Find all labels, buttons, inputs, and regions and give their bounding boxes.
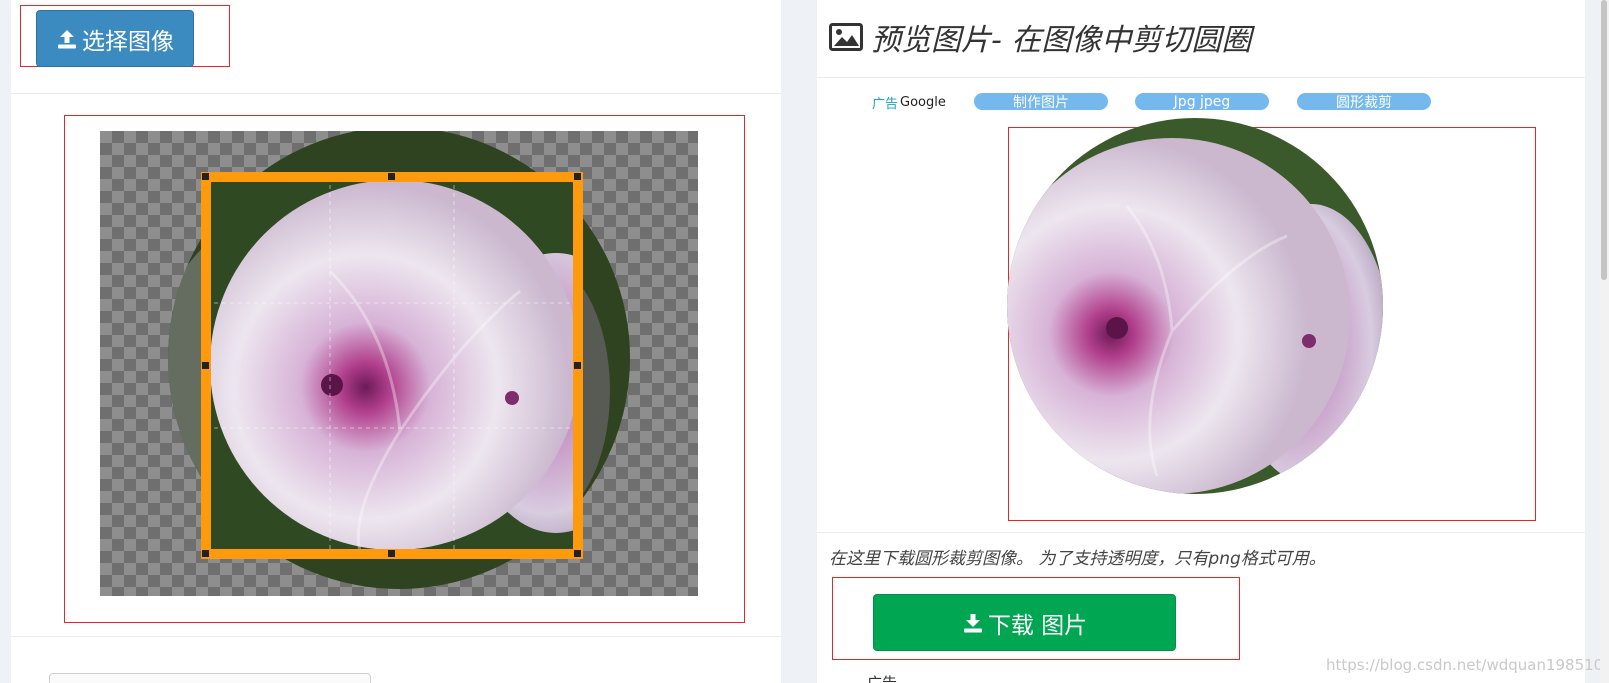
cropped-circle-image <box>1007 118 1383 494</box>
page: 选择图像 预览图片- 在图像中剪切圆圈 广告 Google 制作图片 Jpg j… <box>0 0 1609 683</box>
divider <box>817 77 1585 78</box>
ad-brand: Google <box>900 94 946 110</box>
resize-handle-nw[interactable] <box>202 173 209 180</box>
tag-jpg-jpeg[interactable]: Jpg jpeg <box>1135 93 1269 110</box>
resize-handle-se[interactable] <box>574 550 581 557</box>
resize-handle-w[interactable] <box>202 362 209 369</box>
crop-canvas[interactable] <box>100 131 698 596</box>
crop-editor-panel: 选择图像 <box>11 0 781 683</box>
bottom-control[interactable] <box>49 673 371 683</box>
resize-handle-s[interactable] <box>388 550 395 557</box>
download-image-label: 下载 图片 <box>987 612 1088 639</box>
tag-circle-crop[interactable]: 圆形裁剪 <box>1297 93 1431 111</box>
preview-title: 预览图片- 在图像中剪切圆圈 <box>871 23 1252 58</box>
select-image-label: 选择图像 <box>82 28 174 55</box>
select-image-button[interactable]: 选择图像 <box>36 10 194 67</box>
ad-badge[interactable]: 广告 Google <box>872 92 946 112</box>
resize-handle-e[interactable] <box>574 362 581 369</box>
resize-handle-ne[interactable] <box>574 173 581 180</box>
preview-panel: 预览图片- 在图像中剪切圆圈 广告 Google 制作图片 Jpg jpeg 圆… <box>817 0 1585 683</box>
upload-icon <box>58 29 76 48</box>
download-note: 在这里下载圆形裁剪图像。 为了支持透明度，只有png格式可用。 <box>829 549 1326 569</box>
resize-handle-n[interactable] <box>388 173 395 180</box>
preview-header: 预览图片- 在图像中剪切圆圈 <box>829 14 1251 60</box>
download-icon <box>963 613 982 632</box>
watermark: https://blog.csdn.net/wdquan19851029 <box>1326 656 1609 674</box>
divider <box>817 532 1585 533</box>
ad-label: 广告 <box>872 96 899 112</box>
footer-ad-label: 广告 <box>867 674 898 683</box>
tag-make-picture[interactable]: 制作图片 <box>974 93 1108 111</box>
scrollbar-thumb[interactable] <box>1601 0 1607 280</box>
divider <box>11 636 781 637</box>
image-icon <box>829 23 863 51</box>
download-image-button[interactable]: 下载 图片 <box>873 594 1176 651</box>
divider <box>11 93 781 94</box>
resize-handle-sw[interactable] <box>202 550 209 557</box>
